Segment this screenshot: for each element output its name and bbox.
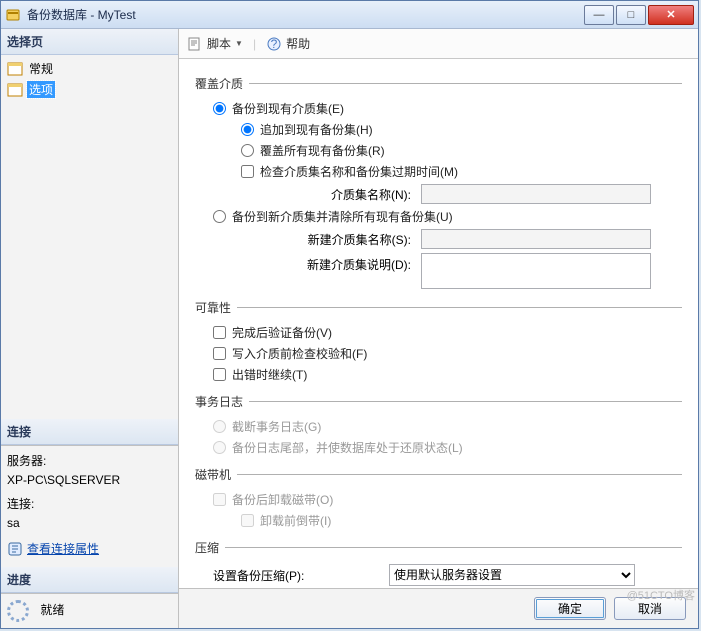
connection-label: 连接:: [7, 495, 172, 512]
help-button[interactable]: ? 帮助: [266, 35, 310, 52]
progress-header: 进度: [1, 567, 178, 593]
help-icon: ?: [266, 36, 282, 52]
server-label: 服务器:: [7, 452, 172, 469]
titlebar: 备份数据库 - MyTest ― □ ✕: [1, 1, 698, 29]
progress-panel: 就绪: [1, 593, 178, 628]
page-icon: [7, 83, 23, 97]
svg-text:?: ?: [271, 37, 278, 51]
group-transaction-log: 事务日志 截断事务日志(G) 备份日志尾部，并使数据库处于还原状态(L): [195, 393, 682, 458]
close-button[interactable]: ✕: [648, 5, 694, 25]
input-new-media-name[interactable]: [421, 229, 651, 249]
page-nav: 常规 选项: [1, 55, 178, 419]
group-tape: 磁带机 备份后卸载磁带(O) 卸载前倒带(I): [195, 466, 682, 531]
check-verify-after[interactable]: [213, 326, 226, 339]
group-legend: 事务日志: [195, 393, 249, 410]
nav-item-options[interactable]: 选项: [5, 79, 174, 100]
window-title: 备份数据库 - MyTest: [27, 6, 584, 23]
script-icon: [187, 36, 203, 52]
content-area: 覆盖介质 备份到现有介质集(E) 追加到现有备份集(H) 覆盖所有现有备份集(R…: [179, 59, 698, 588]
dialog-footer: 确定 取消: [179, 588, 698, 628]
view-connection-properties-link[interactable]: 查看连接属性: [27, 540, 99, 557]
server-value: XP-PC\SQLSERVER: [7, 473, 172, 487]
radio-overwrite-all[interactable]: [241, 144, 254, 157]
group-reliability: 可靠性 完成后验证备份(V) 写入介质前检查校验和(F) 出错时继续(T): [195, 299, 682, 385]
progress-spinner-icon: [7, 600, 29, 622]
input-media-name[interactable]: [421, 184, 651, 204]
check-media-name-expiry[interactable]: [241, 165, 254, 178]
check-unload-tape: [213, 493, 226, 506]
maximize-button[interactable]: □: [616, 5, 646, 25]
connection-header: 连接: [1, 419, 178, 445]
minimize-button[interactable]: ―: [584, 5, 614, 25]
toolbar: 脚本 ▼ | ? 帮助: [179, 29, 698, 59]
connection-value: sa: [7, 516, 172, 530]
check-rewind-before-unload: [241, 514, 254, 527]
app-icon: [5, 7, 21, 23]
radio-truncate-log: [213, 420, 226, 433]
input-new-media-desc[interactable]: [421, 253, 651, 289]
group-overwrite-media: 覆盖介质 备份到现有介质集(E) 追加到现有备份集(H) 覆盖所有现有备份集(R…: [195, 75, 682, 291]
progress-status: 就绪: [40, 603, 64, 617]
radio-append[interactable]: [241, 123, 254, 136]
check-checksum[interactable]: [213, 347, 226, 360]
group-legend: 压缩: [195, 539, 225, 556]
select-compression[interactable]: 使用默认服务器设置: [389, 564, 635, 586]
radio-backup-log-tail: [213, 441, 226, 454]
page-icon: [7, 62, 23, 76]
ok-button[interactable]: 确定: [534, 597, 606, 620]
chevron-down-icon: ▼: [235, 39, 243, 48]
select-page-header: 选择页: [1, 29, 178, 55]
check-continue-on-error[interactable]: [213, 368, 226, 381]
connection-panel: 服务器: XP-PC\SQLSERVER 连接: sa 查看连接属性: [1, 445, 178, 567]
radio-backup-new-media[interactable]: [213, 210, 226, 223]
cancel-button[interactable]: 取消: [614, 597, 686, 620]
sidebar: 选择页 常规 选项 连接 服务器: XP-PC\SQLSERVER 连接: sa: [1, 29, 179, 628]
radio-backup-existing[interactable]: [213, 102, 226, 115]
group-legend: 可靠性: [195, 299, 237, 316]
group-compression: 压缩 设置备份压缩(P): 使用默认服务器设置: [195, 539, 682, 588]
properties-icon: [7, 541, 23, 557]
nav-item-general[interactable]: 常规: [5, 58, 174, 79]
group-legend: 覆盖介质: [195, 75, 249, 92]
nav-label: 常规: [27, 60, 55, 77]
nav-label: 选项: [27, 81, 55, 98]
group-legend: 磁带机: [195, 466, 237, 483]
script-button[interactable]: 脚本 ▼: [187, 35, 243, 52]
